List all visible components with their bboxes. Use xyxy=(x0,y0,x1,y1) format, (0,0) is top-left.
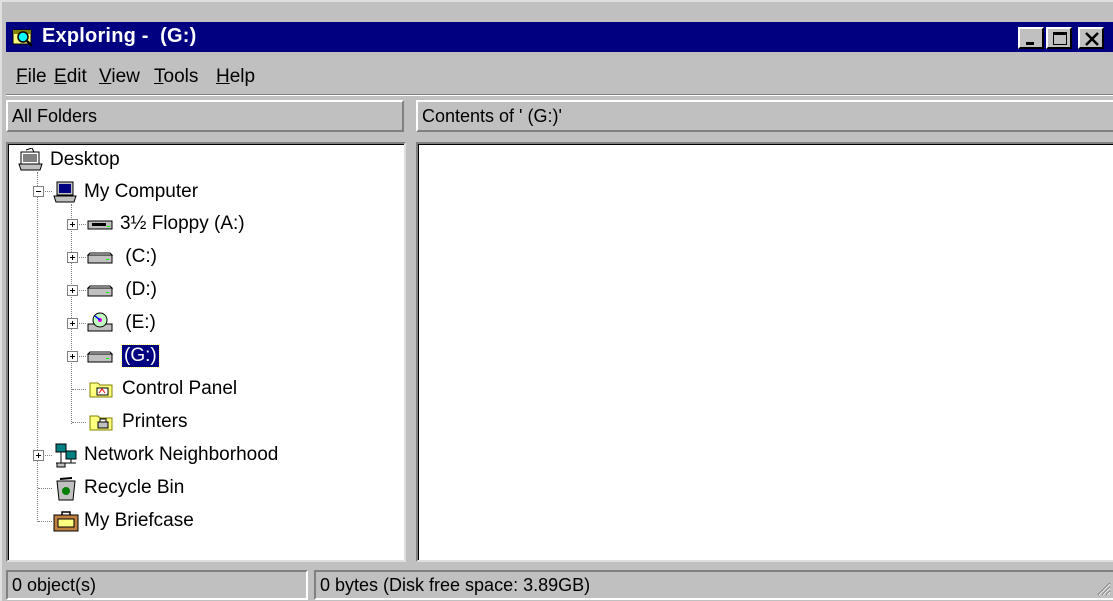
menu-tools-accelerator: T xyxy=(154,66,164,87)
all-folders-label: All Folders xyxy=(12,106,98,126)
close-icon xyxy=(1085,32,1099,46)
tree-item-desktop[interactable]: Desktop xyxy=(16,146,120,176)
explorer-window: Exploring - (G:) File Edit View Tools He… xyxy=(0,0,1113,601)
tree-item-network-neighborhood[interactable]: Network Neighborhood xyxy=(52,441,278,471)
expand-toggle[interactable] xyxy=(33,450,44,461)
menu-file[interactable]: File xyxy=(16,66,47,88)
menu-help-label: elp xyxy=(229,66,256,87)
tree-item-label-selected: (G:) xyxy=(121,344,160,368)
status-objects: 0 object(s) xyxy=(6,570,308,600)
tree-item-drive-c[interactable]: (C:) xyxy=(86,243,157,273)
menu-view[interactable]: View xyxy=(99,66,140,88)
tree-item-my-computer[interactable]: My Computer xyxy=(52,178,198,208)
tree-item-floppy-a[interactable]: 3½ Floppy (A:) xyxy=(86,210,245,240)
hard-drive-icon xyxy=(86,351,114,363)
status-objects-text: 0 object(s) xyxy=(12,575,97,595)
menu-help-accelerator: H xyxy=(216,66,230,87)
network-icon xyxy=(55,443,77,468)
menu-help[interactable]: Help xyxy=(216,66,255,88)
status-disk-text: 0 bytes (Disk free space: 3.89GB) xyxy=(320,575,591,595)
status-disk: 0 bytes (Disk free space: 3.89GB) xyxy=(314,570,1113,600)
title-bar[interactable]: Exploring - (G:) xyxy=(6,22,1113,52)
menu-tools[interactable]: Tools xyxy=(154,66,198,88)
close-button[interactable] xyxy=(1078,27,1104,49)
tree-item-control-panel[interactable]: Control Panel xyxy=(88,375,237,405)
tree-line xyxy=(38,521,52,522)
control-panel-folder-icon xyxy=(89,382,113,398)
tree-item-label: (C:) xyxy=(120,246,157,267)
tree-line xyxy=(72,422,86,423)
menu-separator xyxy=(6,94,1113,96)
briefcase-icon xyxy=(53,511,79,532)
minimize-icon xyxy=(1026,42,1034,45)
menu-view-label: iew xyxy=(111,66,140,87)
tree-item-my-briefcase[interactable]: My Briefcase xyxy=(52,507,194,537)
pane-splitter[interactable] xyxy=(406,142,416,562)
menu-tools-label: ools xyxy=(163,66,199,87)
tree-item-label: Printers xyxy=(122,411,188,432)
hard-drive-icon xyxy=(86,285,114,297)
explorer-magnifier-icon xyxy=(12,29,33,47)
tree-item-label: Desktop xyxy=(50,149,120,170)
resize-grip-icon[interactable] xyxy=(1095,580,1111,596)
menu-bar: File Edit View Tools Help xyxy=(6,54,1113,92)
tree-line xyxy=(38,488,52,489)
minimize-button[interactable] xyxy=(1018,27,1044,49)
desktop-icon xyxy=(18,148,43,171)
maximize-icon xyxy=(1053,32,1067,45)
tree-item-label: (D:) xyxy=(120,279,157,300)
tree-item-label: Recycle Bin xyxy=(84,477,185,498)
tree-item-recycle-bin[interactable]: Recycle Bin xyxy=(52,474,184,504)
tree-item-printers[interactable]: Printers xyxy=(88,408,187,438)
expand-toggle[interactable] xyxy=(67,318,78,329)
cd-drive-icon xyxy=(87,312,113,332)
menu-edit-accelerator: E xyxy=(54,66,67,87)
window-title: Exploring - (G:) xyxy=(42,25,197,47)
tree-item-label: My Computer xyxy=(84,181,199,202)
tree-item-label: (E:) xyxy=(120,312,156,333)
expand-toggle[interactable] xyxy=(67,219,78,230)
tree-item-label: Network Neighborhood xyxy=(84,444,279,465)
printers-folder-icon xyxy=(89,415,113,431)
tree-item-label: My Briefcase xyxy=(84,510,194,531)
maximize-button[interactable] xyxy=(1046,27,1072,49)
expand-toggle[interactable] xyxy=(67,351,78,362)
floppy-drive-icon xyxy=(87,220,113,230)
computer-icon xyxy=(53,181,77,203)
tree-line xyxy=(72,389,86,390)
menu-file-accelerator: F xyxy=(16,66,28,87)
collapse-toggle[interactable] xyxy=(33,186,44,197)
menu-view-accelerator: V xyxy=(99,66,112,87)
contents-label: Contents of ' (G:)' xyxy=(422,106,562,126)
folder-tree-pane[interactable]: Desktop My Computer 3½ Floppy (A:) (C:) … xyxy=(6,142,406,562)
all-folders-header: All Folders xyxy=(6,100,404,132)
menu-file-label: ile xyxy=(27,66,47,87)
contents-pane[interactable] xyxy=(416,142,1113,562)
menu-edit[interactable]: Edit xyxy=(54,66,87,88)
tree-item-label: Control Panel xyxy=(122,378,238,399)
recycle-bin-icon xyxy=(56,477,76,501)
expand-toggle[interactable] xyxy=(67,285,78,296)
contents-header: Contents of ' (G:)' xyxy=(416,100,1113,132)
expand-toggle[interactable] xyxy=(67,252,78,263)
tree-item-drive-d[interactable]: (D:) xyxy=(86,276,157,306)
hard-drive-icon xyxy=(86,252,114,264)
tree-item-label: 3½ Floppy (A:) xyxy=(120,213,245,234)
tree-line xyxy=(37,172,38,522)
tree-item-drive-e[interactable]: (E:) xyxy=(86,309,156,339)
tree-item-drive-g[interactable]: (G:) xyxy=(86,342,160,372)
menu-edit-label: dit xyxy=(66,66,87,87)
